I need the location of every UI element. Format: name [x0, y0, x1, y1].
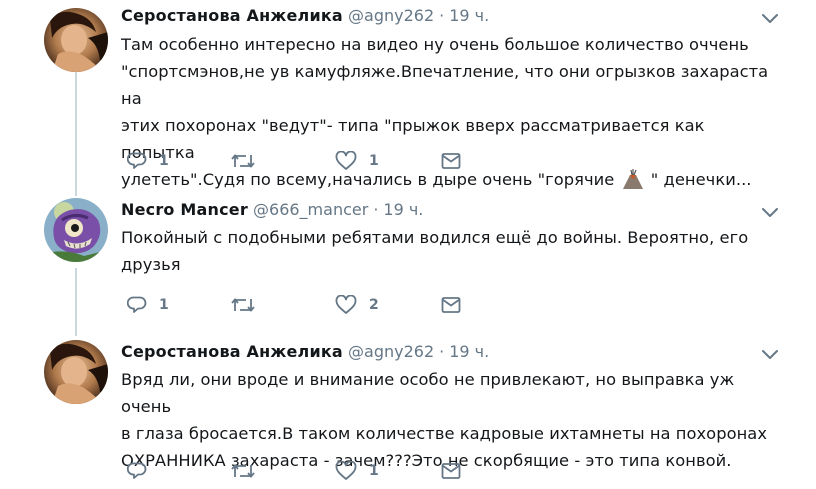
- tweet-header: Серостанова Анжелика @agny262 · 19 ч.: [121, 342, 489, 362]
- author-handle[interactable]: @agny262: [348, 342, 434, 361]
- reply-icon: [127, 295, 147, 315]
- reply-button[interactable]: 1: [127, 294, 169, 316]
- reply-icon: [127, 151, 147, 171]
- tweet-text: Вряд ли, они вроде и внимание особо не п…: [121, 370, 767, 470]
- avatar[interactable]: [44, 198, 108, 262]
- retweet-button[interactable]: [231, 294, 267, 316]
- tweet[interactable]: Necro Mancer @666_mancer · 19 ч. Покойный …: [0, 190, 816, 332]
- direct-message-button[interactable]: [441, 460, 461, 482]
- tweet[interactable]: Серостанова Анжелика @agny262 · 19 ч. Там …: [0, 0, 816, 190]
- reply-count: 1: [159, 297, 169, 313]
- tweet-actions: 1: [121, 460, 481, 482]
- like-count: 1: [369, 463, 379, 479]
- like-button[interactable]: 1: [335, 150, 379, 172]
- avatar[interactable]: [44, 8, 108, 72]
- separator: ·: [439, 6, 445, 25]
- avatar[interactable]: [44, 340, 108, 404]
- tweet[interactable]: Серостанова Анжелика @agny262 · 19 ч. Вряд…: [0, 332, 816, 489]
- heart-icon: [335, 151, 357, 171]
- separator: ·: [439, 342, 445, 361]
- tweet-text: Там особенно интересно на видео ну очень…: [121, 31, 781, 197]
- direct-message-icon: [441, 296, 461, 314]
- tweet-actions: 1 2: [121, 294, 481, 316]
- like-count: 2: [369, 297, 379, 313]
- tweet-text: Покойный с подобными ребятами водился ещ…: [121, 228, 749, 274]
- direct-message-icon: [441, 152, 461, 170]
- retweet-button[interactable]: [231, 150, 267, 172]
- direct-message-button[interactable]: [441, 150, 461, 172]
- reply-button[interactable]: [127, 460, 159, 482]
- author-handle[interactable]: @agny262: [348, 6, 434, 25]
- direct-message-icon: [441, 462, 461, 480]
- like-button[interactable]: 1: [335, 460, 379, 482]
- chevron-down-icon[interactable]: [760, 205, 780, 219]
- heart-icon: [335, 461, 357, 481]
- direct-message-button[interactable]: [441, 294, 461, 316]
- author-handle[interactable]: @666_mancer: [253, 200, 368, 219]
- chevron-down-icon[interactable]: [760, 347, 780, 361]
- author-name[interactable]: Серостанова Анжелика: [121, 6, 343, 25]
- retweet-icon: [231, 151, 255, 171]
- timestamp[interactable]: 19 ч.: [449, 6, 489, 25]
- heart-icon: [335, 295, 357, 315]
- reply-button[interactable]: 1: [127, 150, 169, 172]
- timestamp[interactable]: 19 ч.: [449, 342, 489, 361]
- chevron-down-icon[interactable]: [760, 11, 780, 25]
- like-button[interactable]: 2: [335, 294, 379, 316]
- tweet-text-part: " денечки...: [645, 170, 752, 189]
- tweet-header: Серостанова Анжелика @agny262 · 19 ч.: [121, 6, 489, 26]
- tweet-actions: 1 1: [121, 150, 481, 172]
- retweet-icon: [231, 295, 255, 315]
- author-name[interactable]: Necro Mancer: [121, 200, 248, 219]
- reply-count: 1: [159, 153, 169, 169]
- reply-icon: [127, 461, 147, 481]
- like-count: 1: [369, 153, 379, 169]
- author-name[interactable]: Серостанова Анжелика: [121, 342, 343, 361]
- retweet-icon: [231, 461, 255, 481]
- timestamp[interactable]: 19 ч.: [383, 200, 423, 219]
- tweet-header: Necro Mancer @666_mancer · 19 ч.: [121, 200, 423, 220]
- separator: ·: [373, 200, 379, 219]
- retweet-button[interactable]: [231, 460, 267, 482]
